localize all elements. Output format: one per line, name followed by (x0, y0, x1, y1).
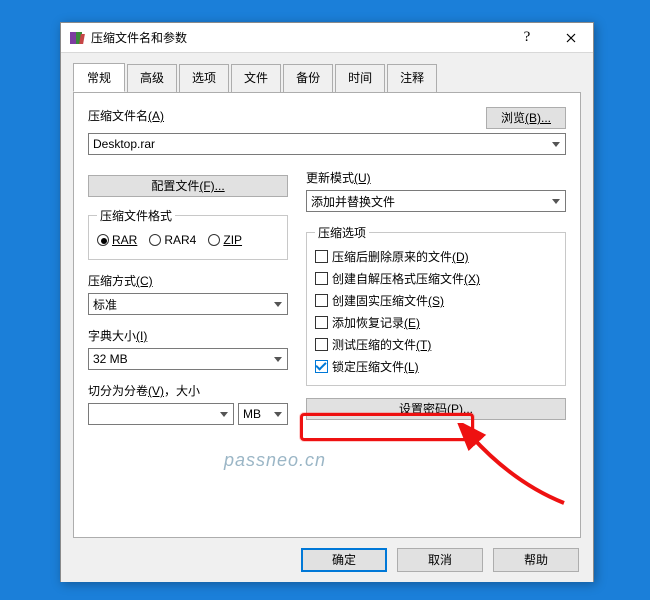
tab-time[interactable]: 时间 (335, 64, 385, 93)
option-label: 创建固实压缩文件(S) (332, 292, 444, 309)
tab-strip: 常规 高级 选项 文件 备份 时间 注释 (73, 64, 581, 93)
annotation-arrow (454, 423, 574, 513)
tabs-container: 常规 高级 选项 文件 备份 时间 注释 压缩文件名(A) 浏览(B)... (61, 53, 593, 538)
format-rar-radio[interactable]: RAR (97, 233, 137, 247)
checkbox-icon (315, 250, 328, 263)
option-test-checkbox[interactable]: 测试压缩的文件(T) (315, 336, 557, 353)
option-solid-checkbox[interactable]: 创建固实压缩文件(S) (315, 292, 557, 309)
archive-params-dialog: 压缩文件名和参数 ? 常规 高级 选项 文件 备份 时间 注释 压缩文件名(A) (60, 22, 594, 582)
tab-advanced[interactable]: 高级 (127, 64, 177, 93)
watermark-text: passneo.cn (224, 450, 326, 471)
option-label: 压缩后删除原来的文件(D) (332, 248, 469, 265)
archiving-options-group: 压缩选项 压缩后删除原来的文件(D) 创建自解压格式压缩文件(X) 创建固实压缩文件… (306, 224, 566, 386)
archive-filename-combobox[interactable]: Desktop.rar (88, 133, 566, 155)
compression-method-label: 压缩方式(C) (88, 272, 288, 289)
update-mode-dropdown[interactable]: 添加并替换文件 (306, 190, 566, 212)
help-button[interactable]: ? (505, 23, 549, 52)
chevron-down-icon (547, 134, 565, 154)
chevron-down-icon (269, 404, 287, 424)
format-zip-radio[interactable]: ZIP (208, 233, 242, 247)
split-size-combobox[interactable] (88, 403, 234, 425)
dictionary-size-label: 字典大小(I) (88, 327, 288, 344)
left-column: 配置文件(F)... 压缩文件格式 RAR RAR4 ZI (88, 169, 288, 430)
tab-options[interactable]: 选项 (179, 64, 229, 93)
tab-general[interactable]: 常规 (73, 63, 125, 92)
dictionary-size-dropdown[interactable]: 32 MB (88, 348, 288, 370)
chevron-down-icon (215, 404, 233, 424)
split-unit-dropdown[interactable]: MB (238, 403, 288, 425)
option-lock-checkbox[interactable]: 锁定压缩文件(L) (315, 358, 557, 375)
option-sfx-checkbox[interactable]: 创建自解压格式压缩文件(X) (315, 270, 557, 287)
compression-method-dropdown[interactable]: 标准 (88, 293, 288, 315)
split-volumes-label: 切分为分卷(V)，大小 (88, 382, 288, 399)
checkbox-icon (315, 316, 328, 329)
archive-format-legend: 压缩文件格式 (97, 207, 175, 224)
tab-files[interactable]: 文件 (231, 64, 281, 93)
title-bar: 压缩文件名和参数 ? (61, 23, 593, 53)
checkbox-icon (315, 360, 328, 373)
profiles-button[interactable]: 配置文件(F)... (88, 175, 288, 197)
browse-button[interactable]: 浏览(B)... (486, 107, 566, 129)
window-title: 压缩文件名和参数 (91, 29, 505, 46)
checkbox-icon (315, 338, 328, 351)
chevron-down-icon (547, 191, 565, 211)
help-button-bottom[interactable]: 帮助 (493, 548, 579, 572)
option-delete_after-checkbox[interactable]: 压缩后删除原来的文件(D) (315, 248, 557, 265)
option-label: 测试压缩的文件(T) (332, 336, 431, 353)
chevron-down-icon (269, 349, 287, 369)
app-icon (69, 30, 85, 46)
ok-button[interactable]: 确定 (301, 548, 387, 572)
option-label: 创建自解压格式压缩文件(X) (332, 270, 480, 287)
option-label: 添加恢复记录(E) (332, 314, 420, 331)
update-mode-label: 更新模式(U) (306, 169, 566, 186)
dialog-button-row: 确定 取消 帮助 (61, 538, 593, 582)
right-column: 更新模式(U) 添加并替换文件 压缩选项 压缩后删除原来的文件(D) 创建自解压格… (306, 169, 566, 430)
archive-format-group: 压缩文件格式 RAR RAR4 ZIP (88, 207, 288, 260)
checkbox-icon (315, 272, 328, 285)
tab-comment[interactable]: 注释 (387, 64, 437, 93)
archive-filename-value: Desktop.rar (93, 137, 155, 151)
option-recovery-checkbox[interactable]: 添加恢复记录(E) (315, 314, 557, 331)
set-password-button[interactable]: 设置密码(P)... (306, 398, 566, 420)
cancel-button[interactable]: 取消 (397, 548, 483, 572)
close-icon (566, 33, 576, 43)
option-label: 锁定压缩文件(L) (332, 358, 419, 375)
chevron-down-icon (269, 294, 287, 314)
format-rar4-radio[interactable]: RAR4 (149, 233, 196, 247)
checkbox-icon (315, 294, 328, 307)
archiving-options-legend: 压缩选项 (315, 224, 369, 241)
close-button[interactable] (549, 23, 593, 52)
tab-panel-general: 压缩文件名(A) 浏览(B)... Desktop.rar 配置文件(F)... (73, 92, 581, 538)
filename-label: 压缩文件名(A) (88, 109, 164, 123)
tab-backup[interactable]: 备份 (283, 64, 333, 93)
